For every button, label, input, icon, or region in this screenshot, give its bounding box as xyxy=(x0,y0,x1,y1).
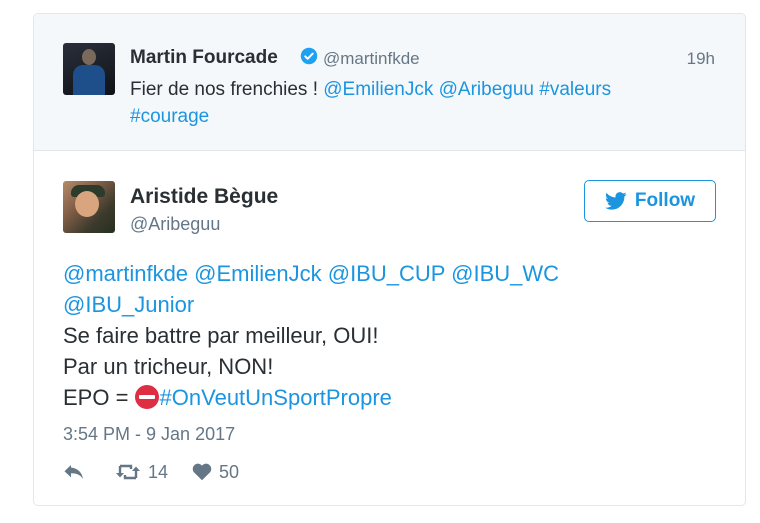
mention-link[interactable]: @EmilienJck xyxy=(323,79,433,100)
quoted-text-plain: Fier de nos frenchies ! xyxy=(130,79,324,100)
mention-link[interactable]: @Aribeguu xyxy=(439,79,534,100)
tweet-text-line: EPO = #OnVeutUnSportPropre xyxy=(63,382,713,413)
twitter-bird-icon xyxy=(604,192,627,210)
tweet-text-line: Par un tricheur, NON! xyxy=(63,354,274,379)
author-handle[interactable]: @Aribeguu xyxy=(130,214,220,235)
avatar-head-shape xyxy=(82,49,96,65)
retweet-count: 14 xyxy=(148,461,169,482)
mentions-line[interactable]: @martinfkde @EmilienJck @IBU_CUP @IBU_WC xyxy=(63,258,713,289)
quoted-tweet[interactable]: Martin Fourcade @martinfkde 19h Fier de … xyxy=(34,14,745,151)
tweet-actions: 14 50 xyxy=(63,460,239,484)
verified-badge-icon xyxy=(300,47,318,65)
tweet-text: @martinfkde @EmilienJck @IBU_CUP @IBU_WC… xyxy=(63,258,713,413)
follow-button-label: Follow xyxy=(634,190,696,211)
quoted-tweet-text: Fier de nos frenchies ! @EmilienJck @Ari… xyxy=(130,76,690,130)
avatar[interactable] xyxy=(63,181,115,233)
avatar-body-shape xyxy=(73,65,105,95)
reply-icon xyxy=(64,465,83,479)
retweet-button[interactable]: 14 xyxy=(115,462,168,483)
mentions-line[interactable]: @IBU_Junior xyxy=(63,289,713,320)
tweet-card: Martin Fourcade @martinfkde 19h Fier de … xyxy=(33,13,746,506)
tweet-text-line: Se faire battre par meilleur, OUI! xyxy=(63,323,379,348)
no-entry-emoji-icon xyxy=(134,385,159,409)
quoted-author-handle[interactable]: @martinfkde xyxy=(323,49,420,69)
retweet-icon xyxy=(116,464,140,480)
tweet-timestamp[interactable]: 3:54 PM - 9 Jan 2017 xyxy=(63,424,235,445)
like-button[interactable]: 50 xyxy=(192,462,239,483)
avatar-face-shape xyxy=(75,191,99,217)
hashtag-link[interactable]: #courage xyxy=(130,106,209,127)
reply-button[interactable] xyxy=(63,463,85,481)
heart-icon xyxy=(192,463,212,481)
hashtag-link[interactable]: #OnVeutUnSportPropre xyxy=(160,385,392,410)
author-name[interactable]: Aristide Bègue xyxy=(130,185,278,209)
quoted-timestamp[interactable]: 19h xyxy=(687,49,715,69)
hashtag-link[interactable]: #valeurs xyxy=(539,79,611,100)
avatar[interactable] xyxy=(63,43,115,95)
epo-prefix: EPO = xyxy=(63,385,135,410)
quoted-author-name[interactable]: Martin Fourcade xyxy=(130,47,278,69)
like-count: 50 xyxy=(219,461,240,482)
follow-button[interactable]: Follow xyxy=(584,180,716,222)
